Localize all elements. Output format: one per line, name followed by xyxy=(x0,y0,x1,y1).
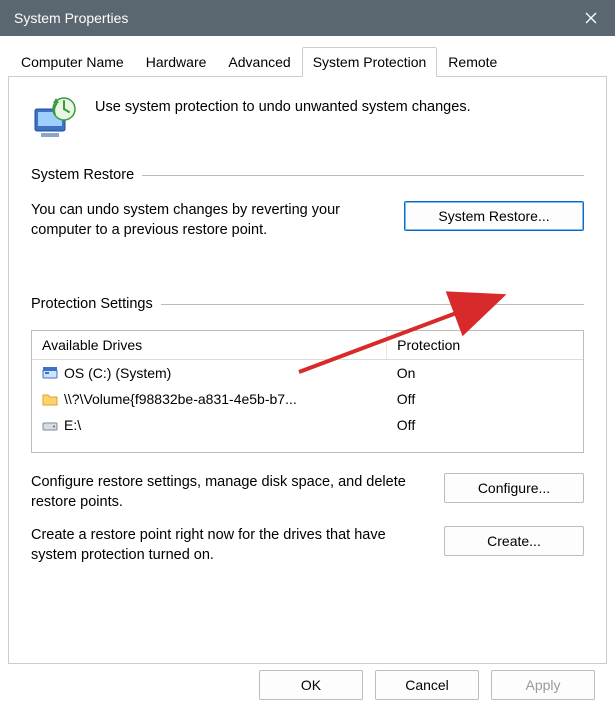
configure-description: Configure restore settings, manage disk … xyxy=(31,473,426,512)
drives-table-body: OS (C:) (System) On \\?\Volume{f98832be-… xyxy=(32,360,583,452)
content-area: Computer Name Hardware Advanced System P… xyxy=(0,36,615,710)
tab-strip: Computer Name Hardware Advanced System P… xyxy=(8,46,607,77)
intro-text: Use system protection to undo unwanted s… xyxy=(95,95,471,115)
close-icon xyxy=(585,12,597,24)
group-rule xyxy=(142,175,584,176)
tab-hardware[interactable]: Hardware xyxy=(135,47,218,77)
close-button[interactable] xyxy=(567,0,615,36)
create-button[interactable]: Create... xyxy=(444,526,584,556)
window-title: System Properties xyxy=(14,10,567,26)
system-protection-panel: Use system protection to undo unwanted s… xyxy=(8,77,607,664)
group-header-protection-settings: Protection Settings xyxy=(31,296,584,312)
column-header-drive[interactable]: Available Drives xyxy=(32,331,387,359)
apply-button[interactable]: Apply xyxy=(491,670,595,700)
intro-row: Use system protection to undo unwanted s… xyxy=(31,95,584,143)
table-row[interactable]: E:\ Off xyxy=(32,412,583,438)
protection-settings-group: Protection Settings Available Drives Pro… xyxy=(31,296,584,579)
tab-computer-name[interactable]: Computer Name xyxy=(10,47,135,77)
group-rule xyxy=(161,304,584,305)
system-properties-window: System Properties Computer Name Hardware… xyxy=(0,0,615,710)
drive-icon xyxy=(42,417,58,433)
system-restore-group: System Restore You can undo system chang… xyxy=(31,167,584,254)
group-header-system-restore: System Restore xyxy=(31,167,584,183)
folder-icon xyxy=(42,391,58,407)
create-description: Create a restore point right now for the… xyxy=(31,526,426,565)
drive-name: \\?\Volume{f98832be-a831-4e5b-b7... xyxy=(64,391,297,407)
group-title-protection-settings: Protection Settings xyxy=(31,296,153,312)
group-title-system-restore: System Restore xyxy=(31,167,134,183)
drive-protection: Off xyxy=(387,389,583,409)
drive-protection: Off xyxy=(387,415,583,435)
configure-button[interactable]: Configure... xyxy=(444,473,584,503)
table-row[interactable]: \\?\Volume{f98832be-a831-4e5b-b7... Off xyxy=(32,386,583,412)
cancel-button[interactable]: Cancel xyxy=(375,670,479,700)
drives-table[interactable]: Available Drives Protection OS (C:) (Sys… xyxy=(31,330,584,453)
footer-button-bar: OK Cancel Apply xyxy=(8,670,607,700)
drive-protection: On xyxy=(387,363,583,383)
column-header-protection[interactable]: Protection xyxy=(387,331,583,359)
drives-table-header: Available Drives Protection xyxy=(32,331,583,360)
table-row[interactable]: OS (C:) (System) On xyxy=(32,360,583,386)
drive-os-icon xyxy=(42,365,58,381)
tab-system-protection[interactable]: System Protection xyxy=(302,47,438,77)
tab-remote[interactable]: Remote xyxy=(437,47,508,77)
tab-advanced[interactable]: Advanced xyxy=(217,47,301,77)
titlebar[interactable]: System Properties xyxy=(0,0,615,36)
drive-name: E:\ xyxy=(64,417,81,433)
system-restore-button[interactable]: System Restore... xyxy=(404,201,584,231)
drive-name: OS (C:) (System) xyxy=(64,365,171,381)
system-protection-icon xyxy=(31,95,79,143)
table-row-empty xyxy=(32,438,583,452)
system-restore-description: You can undo system changes by reverting… xyxy=(31,201,386,240)
ok-button[interactable]: OK xyxy=(259,670,363,700)
